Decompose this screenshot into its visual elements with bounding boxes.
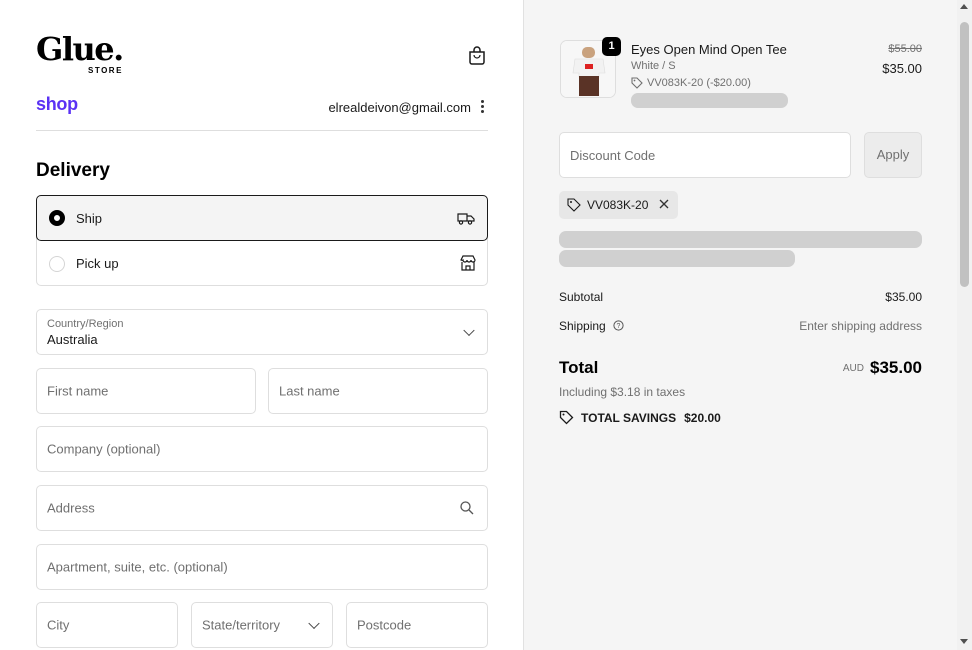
last-name-placeholder: Last name	[279, 383, 340, 399]
product-variant: White / S	[631, 60, 676, 72]
chevron-down-icon	[308, 617, 320, 630]
delivery-option-pickup[interactable]: Pick up	[37, 241, 489, 286]
close-icon[interactable]	[658, 198, 670, 210]
delivery-option-label: Pick up	[76, 256, 119, 271]
subtotal-value: $35.00	[885, 290, 922, 304]
product-discount-text: VV083K-20 (-$20.00)	[647, 77, 751, 89]
shopping-bag-icon[interactable]	[466, 44, 488, 66]
order-summary-panel: 1 Eyes Open Mind Open Tee White / S VV08…	[523, 0, 957, 650]
currency-code: AUD	[842, 363, 864, 374]
applied-discount-code: VV083K-20	[587, 198, 649, 212]
help-icon[interactable]: ?	[613, 320, 624, 331]
delivery-method-group: Ship Pick up	[36, 195, 488, 286]
search-icon	[460, 501, 474, 515]
last-name-field[interactable]: Last name	[268, 368, 488, 414]
taxes-note: Including $3.18 in taxes	[559, 385, 686, 399]
store-logo[interactable]: Glue. STORE	[36, 32, 128, 76]
scrollbar-thumb[interactable]	[960, 22, 969, 287]
subtotal-label: Subtotal	[559, 290, 604, 304]
discount-code-input[interactable]: Discount Code	[559, 132, 851, 178]
savings-label: TOTAL SAVINGS	[581, 410, 677, 425]
applied-discount-chip: VV083K-20	[559, 191, 678, 219]
logo-wordmark: Glue.	[36, 30, 124, 68]
loading-placeholder	[559, 250, 795, 267]
company-placeholder: Company (optional)	[47, 441, 161, 457]
total-value: $35.00	[870, 358, 922, 377]
page-scrollbar[interactable]	[957, 0, 972, 650]
radio-unselected[interactable]	[49, 255, 65, 272]
delivery-option-ship[interactable]: Ship	[36, 195, 488, 241]
subtotal-row: Subtotal $35.00	[559, 290, 922, 304]
apply-button[interactable]: Apply	[864, 132, 922, 178]
account-email: elrealdeivon@gmail.com	[328, 100, 471, 115]
state-placeholder: State/territory	[202, 617, 281, 633]
more-options-icon[interactable]	[478, 100, 486, 114]
product-discount-line: VV083K-20 (-$20.00)	[631, 77, 751, 89]
tag-icon	[567, 198, 581, 212]
shipping-label: Shipping	[559, 319, 606, 333]
tag-icon	[631, 77, 643, 89]
original-price: $55.00	[888, 43, 922, 55]
postcode-field[interactable]: Postcode	[346, 602, 488, 648]
scroll-up-arrow[interactable]	[960, 4, 968, 9]
address-field[interactable]: Address	[36, 485, 488, 531]
country-label: Country/Region	[47, 318, 124, 330]
chevron-down-icon	[463, 324, 475, 337]
postcode-placeholder: Postcode	[357, 617, 412, 633]
product-price: $35.00	[882, 61, 922, 76]
total-savings: TOTAL SAVINGS $20.00	[559, 410, 721, 425]
shop-pay-logo: shop	[36, 94, 78, 114]
apartment-placeholder: Apartment, suite, etc. (optional)	[47, 559, 228, 575]
first-name-placeholder: First name	[47, 383, 109, 399]
checkout-form-panel: Glue. STORE shop elrealdeivon@gmail.com …	[0, 0, 523, 650]
svg-text:?: ?	[617, 323, 621, 330]
store-icon	[460, 255, 476, 271]
first-name-field[interactable]: First name	[36, 368, 256, 414]
tag-icon	[559, 410, 574, 425]
loading-placeholder	[631, 93, 788, 108]
city-placeholder: City	[47, 617, 70, 633]
total-label: Total	[559, 358, 599, 377]
shipping-row: Shipping ? Enter shipping address	[559, 319, 922, 333]
savings-value: $20.00	[684, 410, 721, 425]
truck-icon	[457, 213, 475, 225]
state-select[interactable]: State/territory	[191, 602, 333, 648]
radio-selected[interactable]	[49, 210, 65, 226]
country-select[interactable]: Country/Region Australia	[36, 309, 488, 355]
delivery-option-label: Ship	[76, 210, 103, 226]
city-field[interactable]: City	[36, 602, 178, 648]
country-value: Australia	[47, 332, 98, 347]
apartment-field[interactable]: Apartment, suite, etc. (optional)	[36, 544, 488, 590]
address-placeholder: Address	[47, 500, 95, 516]
logo-subtext: STORE	[88, 66, 123, 75]
delivery-heading: Delivery	[36, 160, 110, 181]
discount-code-placeholder: Discount Code	[570, 148, 656, 163]
shipping-value: Enter shipping address	[799, 319, 922, 333]
loading-placeholder	[559, 231, 922, 248]
quantity-badge: 1	[602, 37, 621, 56]
divider	[36, 130, 488, 131]
scroll-down-arrow[interactable]	[960, 639, 968, 644]
product-name: Eyes Open Mind Open Tee	[631, 42, 787, 57]
company-field[interactable]: Company (optional)	[36, 426, 488, 472]
